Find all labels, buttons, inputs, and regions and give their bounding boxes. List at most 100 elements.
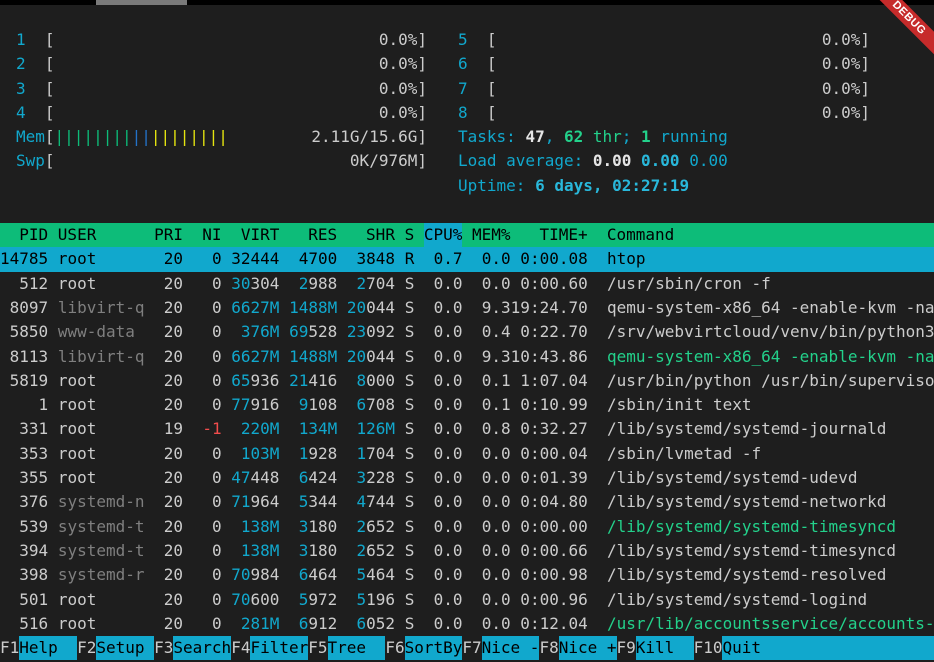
- cell-command: /sbin/lvmetad -f: [607, 444, 761, 463]
- cell-res: 3: [289, 517, 308, 536]
- cell-shr: 744: [366, 492, 395, 511]
- cell-pri: 20: [154, 249, 183, 268]
- cell-pid: 14785: [0, 249, 48, 268]
- cell-time: 0:22.70: [511, 322, 588, 341]
- cell-res: 700: [308, 249, 337, 268]
- cell-pid: 516: [0, 614, 48, 633]
- process-row[interactable]: 353 root 20 0 103M 1928 1704 S 0.0 0.0 0…: [0, 442, 934, 466]
- fkey-label-help[interactable]: Help: [19, 636, 77, 660]
- process-row[interactable]: 14785 root 20 0 32444 4700 3848 R 0.7 0.…: [0, 247, 934, 271]
- cell-shr: 464: [366, 565, 395, 584]
- fkey-F6[interactable]: F6: [385, 636, 404, 660]
- header-columns-left[interactable]: PID USER PRI NI VIRT RES SHR S: [0, 223, 424, 247]
- process-row[interactable]: 5850 www-data 20 0 376M 69528 23092 S 0.…: [0, 320, 934, 344]
- process-row[interactable]: 516 root 20 0 281M 6912 6052 S 0.0 0.0 0…: [0, 612, 934, 636]
- cell-state: S: [405, 322, 415, 341]
- cell-command: /usr/lib/accountsservice/accounts-: [607, 614, 934, 633]
- meters-left-column: 1[0.0%]2[0.0%]3[0.0%]4[0.0%] Mem[|||||||…: [16, 28, 427, 198]
- fkey-label-sortby[interactable]: SortBy: [405, 636, 463, 660]
- fkey-F8[interactable]: F8: [539, 636, 558, 660]
- cell-cpu-percent: 0.0: [424, 590, 463, 609]
- header-sort-column-cpu[interactable]: CPU%: [424, 223, 463, 247]
- cell-cpu-percent: 0.0: [424, 371, 463, 390]
- cell-virt: 448: [251, 468, 280, 487]
- cell-virt: 70: [231, 590, 250, 609]
- cell-res: 3: [289, 541, 308, 560]
- process-row[interactable]: 394 systemd-t 20 0 138M 3180 2652 S 0.0 …: [0, 539, 934, 563]
- cell-pri: 20: [154, 274, 183, 293]
- process-row[interactable]: 512 root 20 0 30304 2988 2704 S 0.0 0.0 …: [0, 272, 934, 296]
- cell-time: 0:00.04: [511, 444, 588, 463]
- cell-pri: 20: [154, 541, 183, 560]
- tasks-line: Tasks: 47, 62 thr; 1 running: [458, 125, 870, 149]
- scrollbar-handle[interactable]: [96, 0, 187, 5]
- process-row[interactable]: 5819 root 20 0 65936 21416 8000 S 0.0 0.…: [0, 369, 934, 393]
- cell-cpu-percent: 0.0: [424, 492, 463, 511]
- process-row[interactable]: 539 systemd-t 20 0 138M 3180 2652 S 0.0 …: [0, 515, 934, 539]
- header-columns-right[interactable]: MEM% TIME+ Command: [462, 223, 934, 247]
- swp-value: 0K/976M: [350, 149, 417, 173]
- fkey-F2[interactable]: F2: [77, 636, 96, 660]
- tasks-count: 47: [525, 127, 544, 146]
- swap-meter: Swp[0K/976M]: [16, 149, 427, 173]
- cpu-label: 1: [16, 28, 45, 52]
- fkey-F4[interactable]: F4: [231, 636, 250, 660]
- cell-ni: 0: [193, 249, 222, 268]
- cell-shr: 20: [347, 298, 366, 317]
- process-row[interactable]: 331 root 19 -1 220M 134M 126M S 0.0 0.8 …: [0, 417, 934, 441]
- fkey-label-tree[interactable]: Tree: [328, 636, 386, 660]
- fkey-F9[interactable]: F9: [617, 636, 636, 660]
- fkey-label-search[interactable]: Search: [173, 636, 231, 660]
- process-row[interactable]: 501 root 20 0 70600 5972 5196 S 0.0 0.0 …: [0, 588, 934, 612]
- cell-res: 180: [308, 517, 337, 536]
- cpu-label: 6: [458, 52, 487, 76]
- process-row[interactable]: 1 root 20 0 77916 9108 6708 S 0.0 0.1 0:…: [0, 393, 934, 417]
- cell-user: root: [58, 444, 145, 463]
- process-row[interactable]: 355 root 20 0 47448 6424 3228 S 0.0 0.0 …: [0, 466, 934, 490]
- cell-res: 4: [289, 249, 308, 268]
- fkey-label-filter[interactable]: Filter: [250, 636, 308, 660]
- fkey-label-kill[interactable]: Kill: [636, 636, 694, 660]
- fkey-F5[interactable]: F5: [308, 636, 327, 660]
- fkey-F7[interactable]: F7: [462, 636, 481, 660]
- fkey-F10[interactable]: F10: [694, 636, 723, 660]
- cell-shr: 23: [347, 322, 366, 341]
- load-15min: 0.00: [689, 151, 728, 170]
- process-row[interactable]: 8113 libvirt-q 20 0 6627M 1488M 20044 S …: [0, 345, 934, 369]
- threads-count: 62: [564, 127, 583, 146]
- cell-state: S: [405, 517, 415, 536]
- cell-time: 0:01.39: [511, 468, 588, 487]
- cell-pid: 376: [0, 492, 48, 511]
- cell-state: S: [405, 298, 415, 317]
- cell-state: S: [405, 541, 415, 560]
- cell-res: 21: [289, 371, 308, 390]
- cpu-label: 8: [458, 101, 487, 125]
- fkey-label-quit[interactable]: Quit: [722, 636, 934, 660]
- cell-shr: 8: [347, 371, 366, 390]
- cell-time: 0:00.60: [511, 274, 588, 293]
- fkey-F1[interactable]: F1: [0, 636, 19, 660]
- cell-shr: 5: [347, 565, 366, 584]
- cell-mem-percent: 0.0: [472, 492, 511, 511]
- fkey-label-nice-[interactable]: Nice +: [559, 636, 617, 660]
- process-row[interactable]: 398 systemd-r 20 0 70984 6464 5464 S 0.0…: [0, 563, 934, 587]
- cell-pri: 20: [154, 468, 183, 487]
- cell-state: S: [405, 565, 415, 584]
- fkey-F3[interactable]: F3: [154, 636, 173, 660]
- fkey-label-setup[interactable]: Setup: [96, 636, 154, 660]
- cell-res: 928: [308, 444, 337, 463]
- cell-res: 344: [308, 492, 337, 511]
- cell-command: /usr/bin/python /usr/bin/superviso: [607, 371, 934, 390]
- process-row[interactable]: 8097 libvirt-q 20 0 6627M 1488M 20044 S …: [0, 296, 934, 320]
- cell-virt: 32: [231, 249, 250, 268]
- cell-pri: 20: [154, 517, 183, 536]
- process-row[interactable]: 376 systemd-n 20 0 71964 5344 4744 S 0.0…: [0, 490, 934, 514]
- cell-virt: 30: [231, 274, 250, 293]
- bracket-open: [: [45, 149, 55, 173]
- process-table: PID USER PRI NI VIRT RES SHR S CPU% MEM%…: [0, 223, 934, 636]
- fkey-label-nice-[interactable]: Nice -: [482, 636, 540, 660]
- cell-shr: 4: [347, 492, 366, 511]
- cell-shr: 6: [347, 395, 366, 414]
- cell-res: 6: [289, 565, 308, 584]
- cell-shr: 3: [347, 249, 366, 268]
